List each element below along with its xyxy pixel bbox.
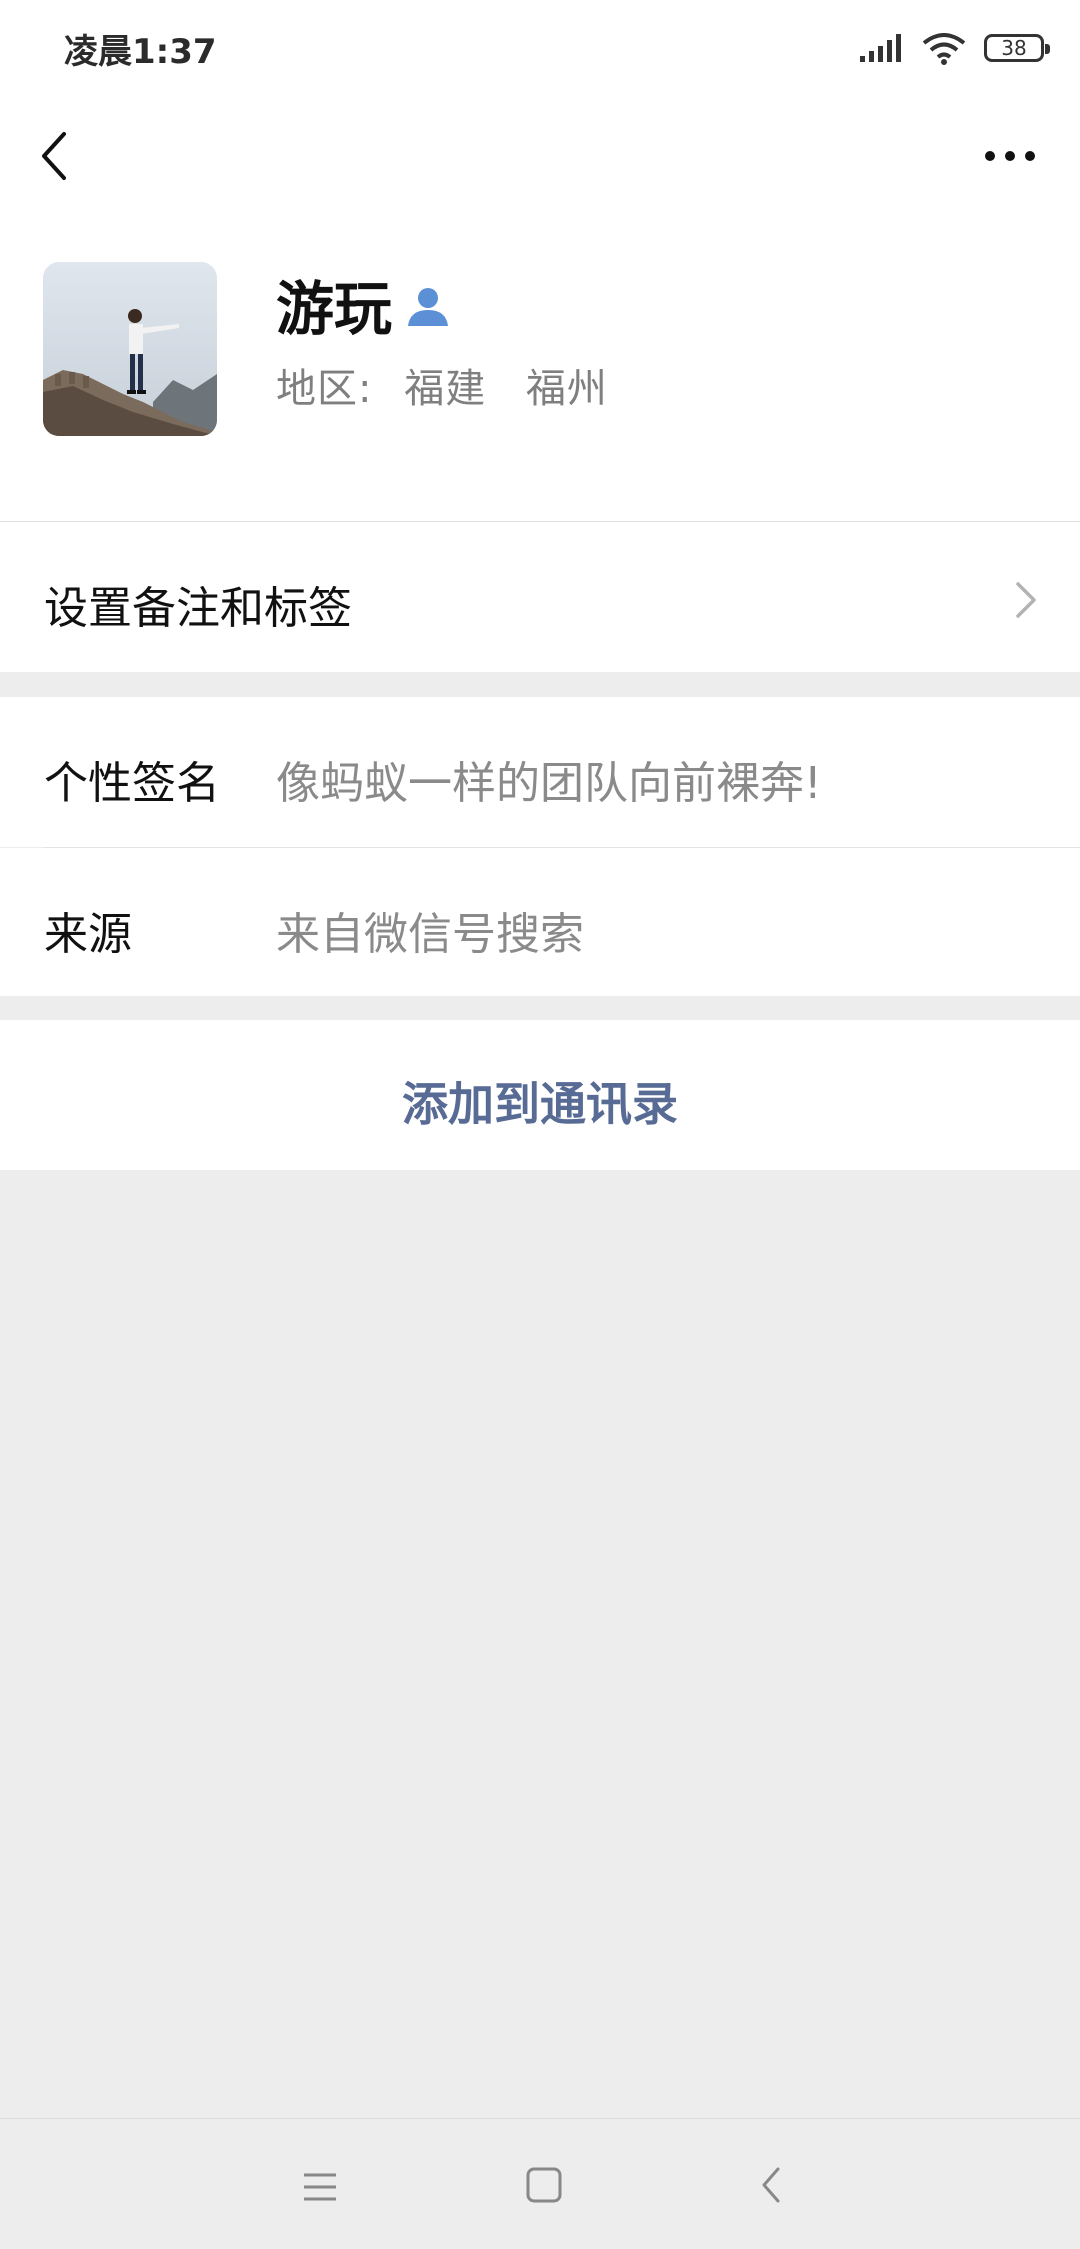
more-button[interactable] — [960, 120, 1056, 192]
avatar-photo — [43, 262, 217, 436]
nav-bar — [0, 96, 1080, 216]
contact-person-icon — [408, 288, 448, 326]
avatar[interactable] — [43, 262, 217, 436]
source-row: 来源 来自微信号搜索 — [0, 848, 1080, 996]
source-value: 来自微信号搜索 — [276, 909, 584, 960]
more-icon — [985, 151, 1035, 161]
status-time: 凌晨1:37 — [64, 32, 217, 72]
settings-remarks-tags-row[interactable]: 设置备注和标签 — [0, 522, 1080, 672]
signature-row: 个性签名 像蚂蚁一样的团队向前裸奔! — [0, 697, 1080, 847]
profile-header: 游玩 地区: 福建 福州 — [0, 216, 1080, 522]
battery-level: 38 — [1001, 36, 1027, 60]
menu-icon[interactable] — [300, 2167, 340, 2207]
region-province: 福建 — [404, 366, 487, 412]
chevron-left-icon — [42, 132, 66, 180]
profile-name: 游玩 — [276, 275, 393, 343]
chevron-right-icon — [1016, 582, 1036, 618]
battery-icon: 38 — [984, 34, 1050, 62]
source-label: 来源 — [44, 909, 132, 960]
region-label: 地区: — [276, 366, 373, 412]
home-icon[interactable] — [524, 2165, 564, 2205]
status-icons: 38 — [860, 26, 1050, 70]
signature-value: 像蚂蚁一样的团队向前裸奔! — [276, 758, 822, 809]
back-icon[interactable] — [756, 2165, 786, 2205]
signal-icon — [860, 34, 901, 62]
back-button[interactable] — [28, 120, 100, 192]
profile-region: 地区: 福建 福州 — [276, 356, 608, 414]
status-bar: 凌晨1:37 38 — [0, 0, 1080, 96]
signature-label: 个性签名 — [44, 758, 220, 809]
add-to-contacts-label: 添加到通讯录 — [402, 1077, 678, 1131]
add-to-contacts-button[interactable]: 添加到通讯录 — [0, 1020, 1080, 1170]
wifi-icon — [922, 33, 966, 65]
region-city: 福州 — [525, 366, 608, 412]
settings-remarks-tags-label: 设置备注和标签 — [44, 583, 352, 634]
system-nav-bar — [0, 2118, 1080, 2249]
